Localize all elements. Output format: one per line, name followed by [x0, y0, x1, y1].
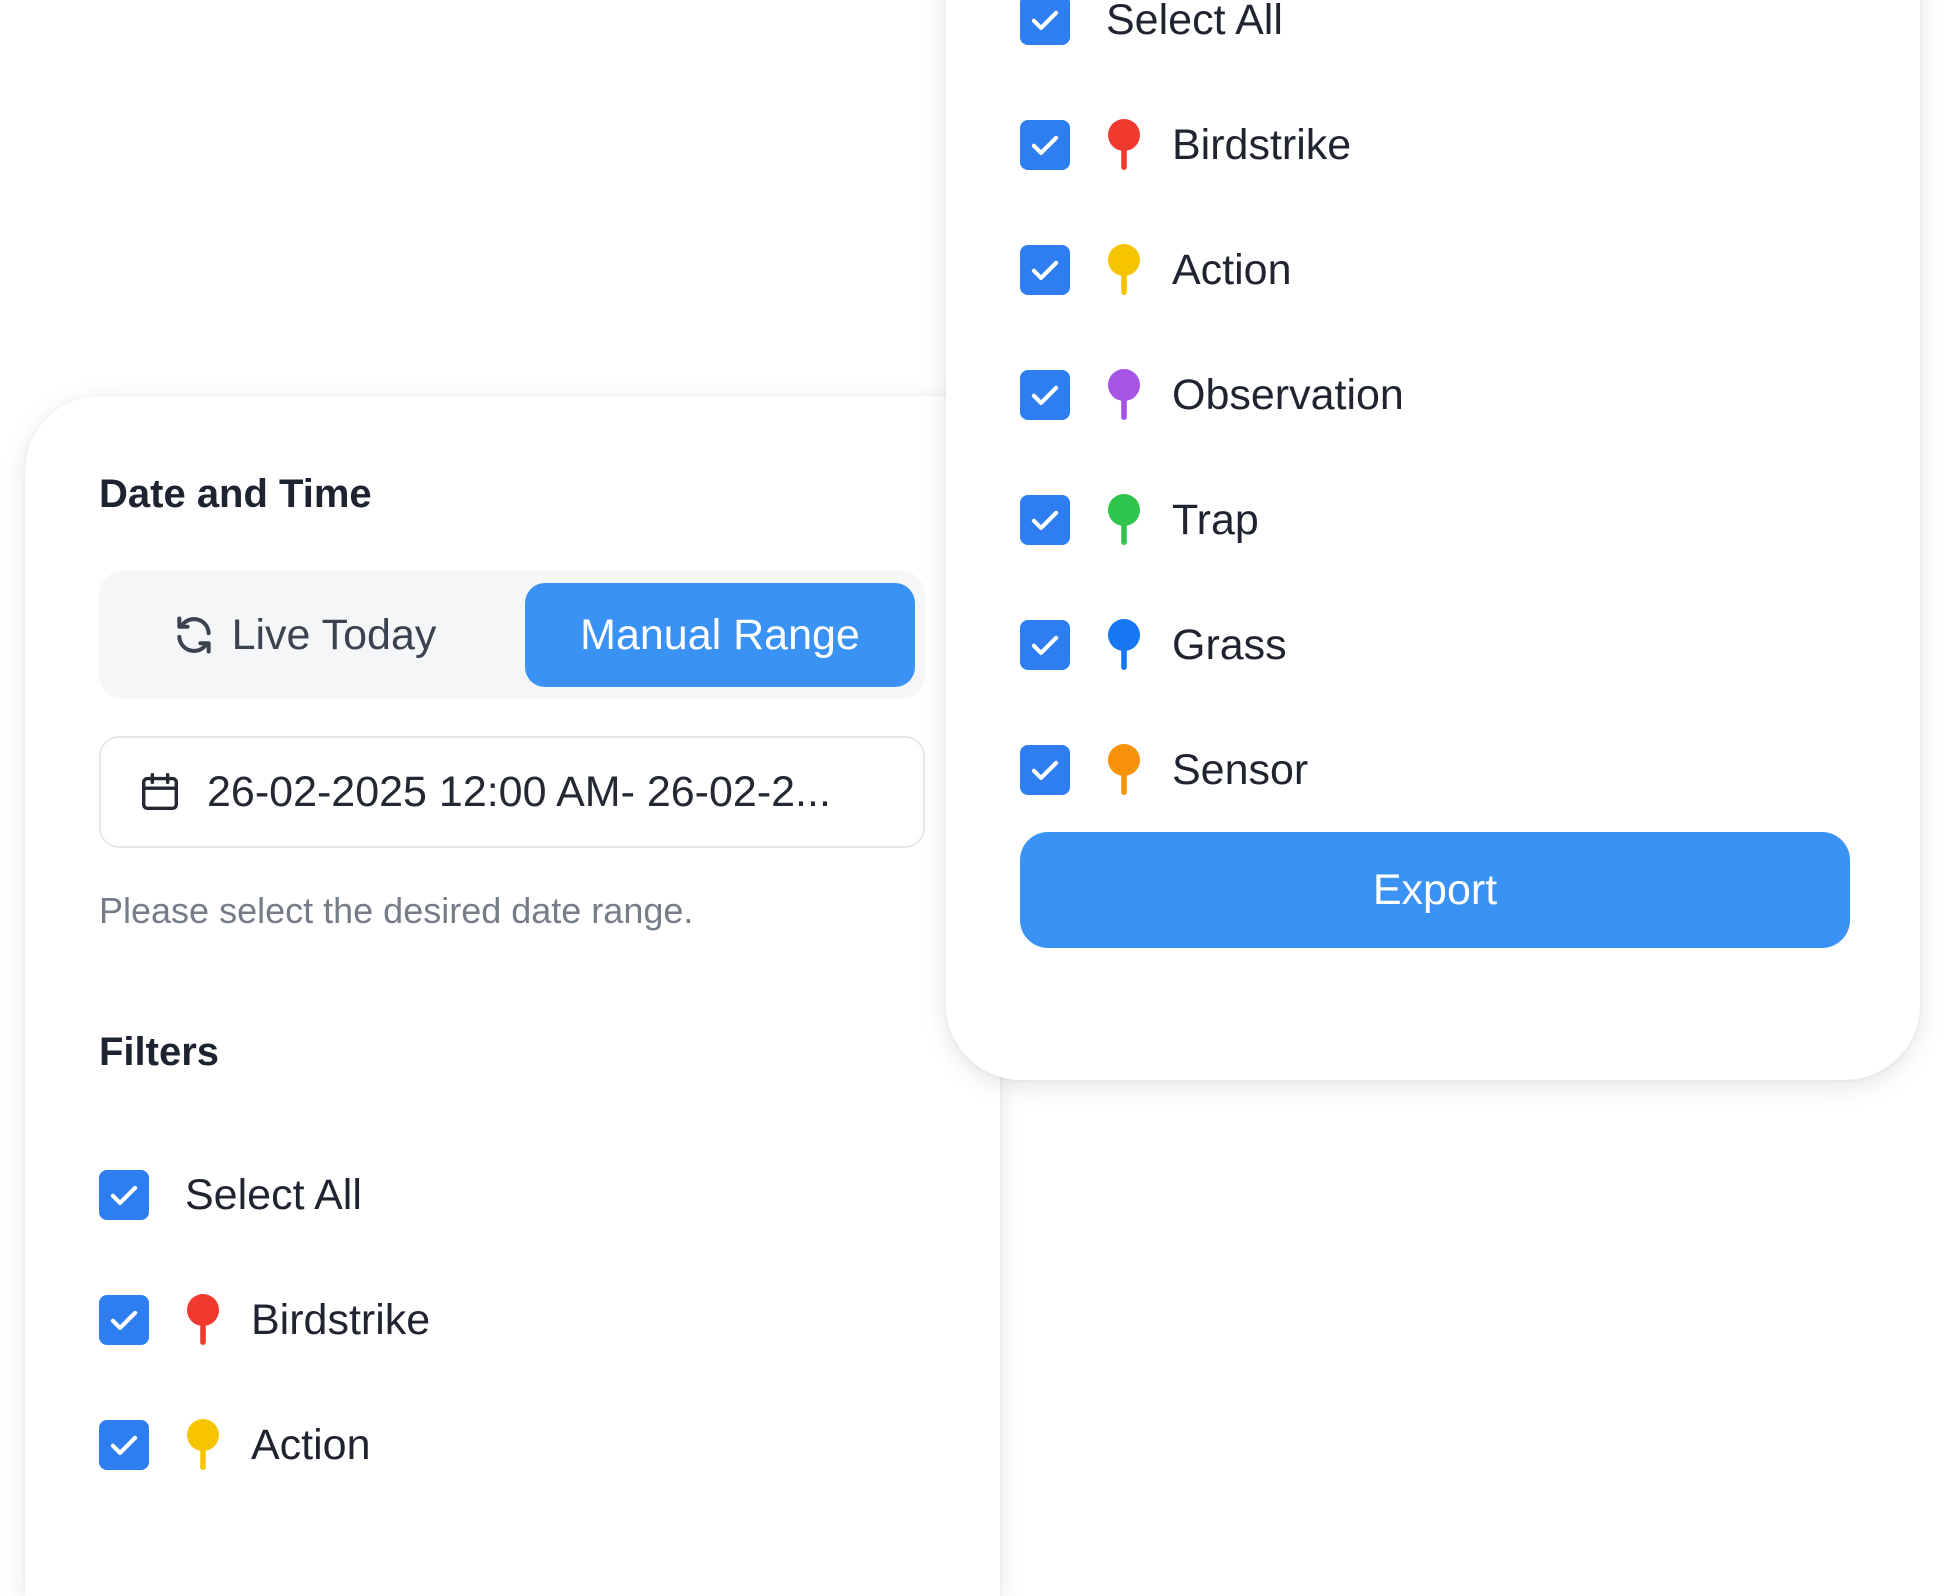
export-panel-right: Select All Birdstrike Action Observation… — [946, 0, 1920, 1080]
filter-birdstrike[interactable]: Birdstrike — [99, 1292, 430, 1348]
filter-grass[interactable]: Grass — [1020, 617, 1287, 673]
map-pin-icon — [185, 1292, 221, 1348]
map-pin-icon — [1106, 617, 1142, 673]
filter-action[interactable]: Action — [1020, 242, 1292, 298]
checkbox-checked-icon[interactable] — [1020, 0, 1070, 45]
map-pin-icon — [185, 1417, 221, 1473]
filter-select-all[interactable]: Select All — [99, 1167, 362, 1223]
mode-toggle: Live Today Manual Range — [99, 571, 925, 699]
filter-label: Sensor — [1172, 745, 1309, 794]
checkbox-checked-icon[interactable] — [1020, 620, 1070, 670]
map-pin-icon — [1106, 242, 1142, 298]
map-pin-icon — [1106, 117, 1142, 173]
filter-birdstrike[interactable]: Birdstrike — [1020, 117, 1351, 173]
manual-range-button[interactable]: Manual Range — [525, 583, 915, 687]
checkbox-checked-icon[interactable] — [1020, 245, 1070, 295]
live-today-button[interactable]: Live Today — [109, 583, 499, 687]
manual-range-label: Manual Range — [580, 610, 860, 659]
refresh-icon — [172, 613, 216, 657]
checkbox-checked-icon[interactable] — [1020, 495, 1070, 545]
checkbox-checked-icon[interactable] — [1020, 370, 1070, 420]
checkbox-checked-icon[interactable] — [99, 1295, 149, 1345]
filter-label: Birdstrike — [251, 1295, 431, 1344]
calendar-icon — [137, 769, 183, 815]
filters-title: Filters — [99, 1030, 220, 1074]
date-range-helper-text: Please select the desired date range. — [99, 890, 694, 931]
checkbox-checked-icon[interactable] — [99, 1420, 149, 1470]
filter-label: Select All — [1106, 0, 1283, 44]
filter-label: Trap — [1172, 495, 1259, 544]
export-button[interactable]: Export — [1020, 832, 1850, 948]
filter-label: Birdstrike — [1172, 120, 1352, 169]
date-range-input[interactable]: 26-02-2025 12:00 AM- 26-02-2... — [99, 736, 925, 848]
filter-label: Action — [1172, 245, 1292, 294]
checkbox-checked-icon[interactable] — [1020, 745, 1070, 795]
filter-select-all[interactable]: Select All — [1020, 0, 1283, 48]
filter-action[interactable]: Action — [99, 1417, 371, 1473]
export-panel-left: Date and Time Live Today Manual Range 26… — [25, 396, 1000, 1596]
export-label: Export — [1372, 865, 1498, 914]
filter-label: Action — [251, 1420, 371, 1469]
checkbox-checked-icon[interactable] — [99, 1170, 149, 1220]
map-pin-icon — [1106, 742, 1142, 798]
date-range-value: 26-02-2025 12:00 AM- 26-02-2... — [207, 767, 831, 816]
map-pin-icon — [1106, 367, 1142, 423]
filter-label: Observation — [1172, 370, 1404, 419]
live-today-label: Live Today — [231, 610, 437, 659]
filter-label: Select All — [185, 1170, 362, 1219]
date-time-title: Date and Time — [99, 472, 372, 516]
checkbox-checked-icon[interactable] — [1020, 120, 1070, 170]
filter-observation[interactable]: Observation — [1020, 367, 1404, 423]
map-pin-icon — [1106, 492, 1142, 548]
filter-sensor[interactable]: Sensor — [1020, 742, 1308, 798]
filter-label: Grass — [1172, 620, 1287, 669]
filter-trap[interactable]: Trap — [1020, 492, 1259, 548]
